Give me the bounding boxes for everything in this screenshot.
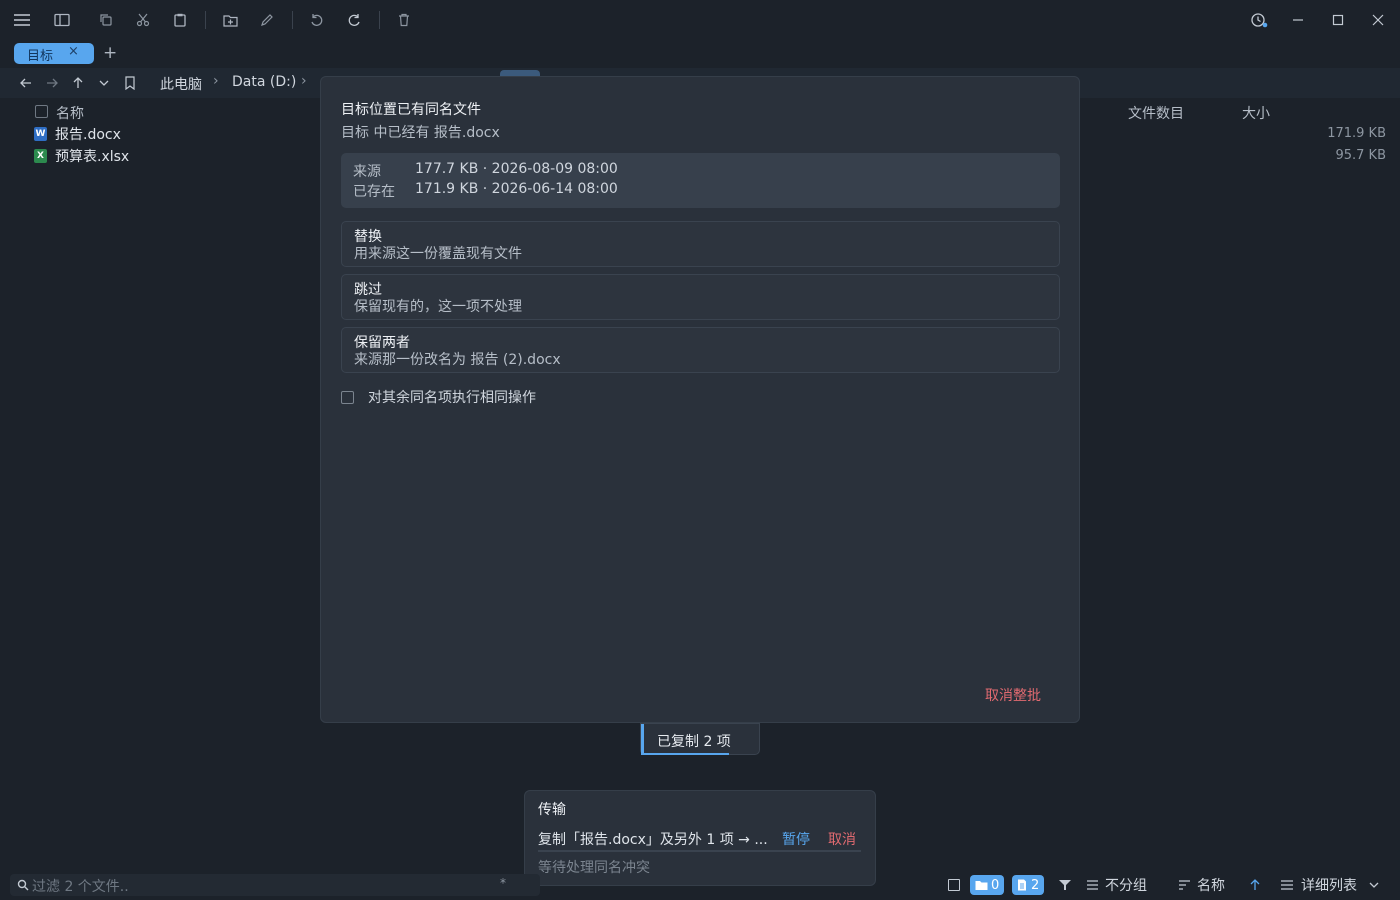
copy-icon[interactable] (95, 10, 117, 30)
folder-icon (975, 880, 988, 890)
pause-button[interactable]: 暂停 (782, 829, 810, 849)
filter-wildcard[interactable]: * (500, 876, 506, 890)
history-dropdown-icon[interactable] (95, 73, 113, 89)
file-name: 报告.docx (55, 127, 121, 143)
cancel-transfer-button[interactable]: 取消 (828, 829, 856, 849)
toast-progress (644, 753, 729, 755)
delete-icon[interactable] (393, 10, 415, 30)
column-size[interactable]: 大小 (1242, 103, 1270, 123)
filter-toggle[interactable] (1058, 875, 1072, 895)
transfer-description: 复制「报告.docx」及另外 1 项 → ... (538, 832, 768, 848)
sort-selector[interactable]: 名称 (1178, 875, 1225, 895)
dialog-subtitle: 目标 中已经有 报告.docx (341, 125, 500, 141)
breadcrumb-data-drive[interactable]: Data (D:) (232, 74, 296, 90)
keep-both-option[interactable]: 保留两者 来源那一份改名为 报告 (2).docx (341, 327, 1060, 373)
file-row[interactable]: W 报告.docx (34, 124, 121, 144)
toolbar-separator (292, 11, 293, 29)
sort-icon (1179, 880, 1190, 890)
minimize-icon[interactable] (1287, 10, 1309, 30)
chevron-down-icon (1369, 882, 1379, 888)
history-icon[interactable] (1248, 10, 1270, 30)
replace-option[interactable]: 替换 用来源这一份覆盖现有文件 (341, 221, 1060, 267)
folders-count: 0 (991, 877, 1000, 893)
file-icon (1018, 879, 1026, 891)
dialog-title: 目标位置已有同名文件 (341, 102, 481, 118)
option-desc: 来源那一份改名为 报告 (2).docx (354, 352, 561, 368)
files-count: 2 (1031, 877, 1040, 893)
toast-text: 已复制 2 项 (657, 734, 731, 750)
filter-placeholder: 过滤 2 个文件.. (32, 879, 129, 895)
file-comparison: 来源 177.7 KB · 2026-08-09 08:00 已存在 171.9… (341, 153, 1060, 208)
excel-file-icon: X (34, 149, 47, 163)
tab-close-icon[interactable]: × (68, 44, 79, 59)
toolbar-separator (379, 11, 380, 29)
funnel-icon (1059, 880, 1071, 890)
source-value: 177.7 KB · 2026-08-09 08:00 (415, 161, 618, 177)
rename-icon[interactable] (256, 10, 278, 30)
existing-label: 已存在 (353, 184, 395, 200)
breadcrumb-separator: › (213, 73, 219, 89)
transfer-status: 等待处理同名冲突 (538, 860, 650, 876)
up-icon[interactable] (69, 73, 87, 90)
select-toggle[interactable] (948, 875, 960, 895)
file-conflict-dialog: 目标位置已有同名文件 目标 中已经有 报告.docx 来源 177.7 KB ·… (320, 76, 1080, 723)
cut-icon[interactable] (132, 10, 154, 30)
back-icon[interactable] (17, 73, 35, 90)
files-count-badge[interactable]: 2 (1012, 875, 1045, 895)
folders-count-badge[interactable]: 0 (970, 875, 1005, 895)
close-icon[interactable] (1367, 10, 1389, 30)
sort-label: 名称 (1197, 878, 1225, 894)
copy-toast: 已复制 2 项 (640, 723, 760, 755)
file-size: 171.9 KB (1327, 126, 1386, 141)
paste-icon[interactable] (169, 10, 191, 30)
view-label: 详细列表 (1301, 878, 1357, 894)
file-size: 95.7 KB (1335, 148, 1386, 163)
option-desc: 用来源这一份覆盖现有文件 (354, 246, 522, 262)
transfer-panel: 传输 复制「报告.docx」及另外 1 项 → ... 暂停 取消 等待处理同名… (524, 790, 876, 886)
sort-direction-toggle[interactable] (1249, 875, 1261, 895)
select-all-checkbox[interactable] (35, 105, 48, 118)
undo-icon[interactable] (306, 10, 328, 30)
file-name: 预算表.xlsx (55, 149, 130, 165)
file-row[interactable]: X 预算表.xlsx (34, 146, 129, 166)
word-file-icon: W (34, 127, 47, 141)
forward-icon[interactable] (43, 73, 61, 90)
transfer-title: 传输 (538, 802, 566, 818)
toolbar-separator (205, 11, 206, 29)
breadcrumb-this-pc[interactable]: 此电脑 (160, 74, 202, 94)
column-file-count[interactable]: 文件数目 (1128, 103, 1184, 123)
title-bar (0, 0, 1400, 40)
new-folder-icon[interactable] (219, 10, 241, 30)
filter-field[interactable]: 过滤 2 个文件.. * (10, 874, 540, 896)
existing-value: 171.9 KB · 2026-06-14 08:00 (415, 181, 618, 197)
source-label: 来源 (353, 164, 381, 180)
apply-to-all-toggle[interactable]: 对其余同名项执行相同操作 (341, 387, 536, 407)
group-icon (1087, 880, 1098, 890)
redo-icon[interactable] (343, 10, 365, 30)
search-icon (17, 879, 29, 891)
arrow-up-icon (1250, 879, 1260, 890)
apply-to-all-checkbox[interactable] (341, 390, 354, 404)
transfer-progress-bar (538, 850, 861, 852)
breadcrumb-separator: › (301, 73, 307, 89)
option-desc: 保留现有的，这一项不处理 (354, 299, 522, 315)
view-selector[interactable]: 详细列表 (1280, 875, 1379, 895)
add-tab-button[interactable]: + (103, 43, 117, 63)
cancel-batch-button[interactable]: 取消整批 (985, 685, 1041, 705)
skip-option[interactable]: 跳过 保留现有的，这一项不处理 (341, 274, 1060, 320)
maximize-icon[interactable] (1327, 10, 1349, 30)
group-label: 不分组 (1105, 878, 1147, 894)
column-name[interactable]: 名称 (56, 103, 84, 123)
tab-target[interactable]: 目标 × (14, 43, 94, 64)
bookmark-icon[interactable] (121, 73, 139, 90)
list-view-icon (1281, 880, 1293, 890)
menu-icon[interactable] (11, 10, 33, 30)
sidebar-toggle-icon[interactable] (51, 10, 73, 30)
toast-accent-bar (641, 724, 644, 755)
apply-to-all-label: 对其余同名项执行相同操作 (368, 390, 536, 406)
checkbox-icon (948, 879, 960, 891)
tab-label: 目标 (27, 49, 54, 64)
group-selector[interactable]: 不分组 (1086, 875, 1147, 895)
